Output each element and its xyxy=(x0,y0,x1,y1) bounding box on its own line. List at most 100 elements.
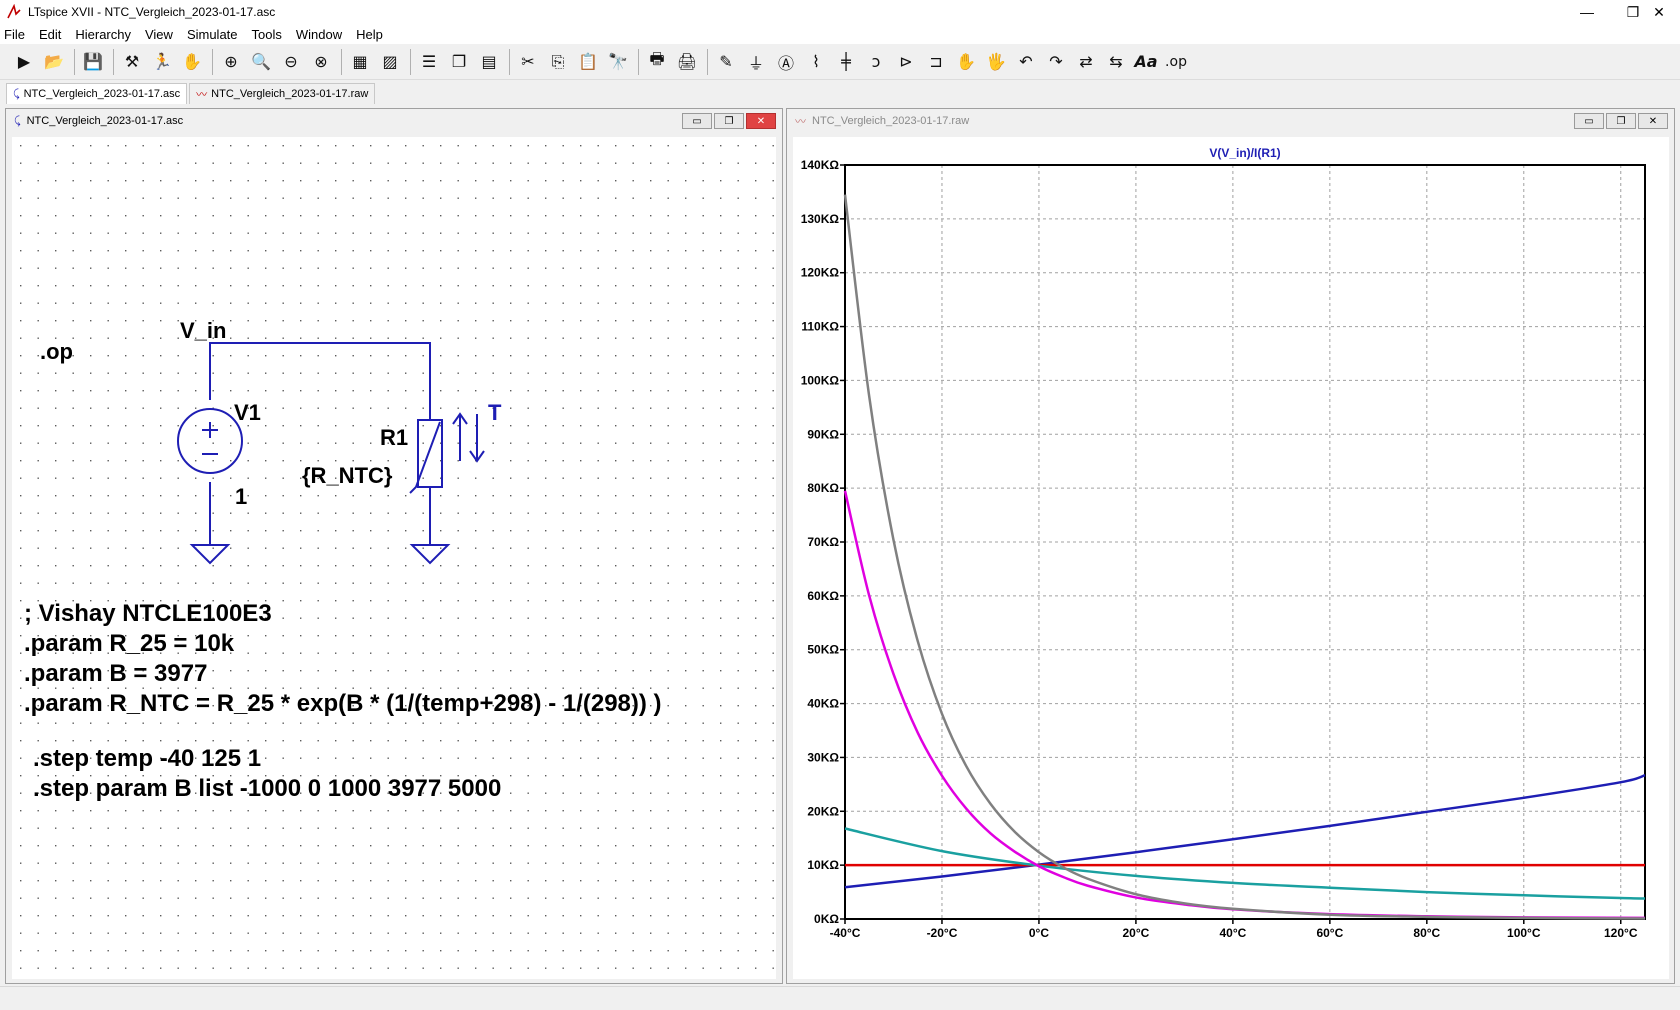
autorange-icon[interactable]: ▦ xyxy=(346,48,374,76)
label-net-icon[interactable]: Ⓐ xyxy=(772,48,800,76)
net-label-v-in[interactable]: V_in xyxy=(180,318,226,343)
save-icon[interactable]: 💾 xyxy=(79,48,107,76)
diode-icon[interactable]: ⊳ xyxy=(892,48,920,76)
schematic-restore-button[interactable]: ❐ xyxy=(714,113,744,129)
open-icon[interactable]: 📂 xyxy=(40,48,68,76)
schematic-minimize-button[interactable]: ▭ xyxy=(682,113,712,129)
op-directive[interactable]: .op xyxy=(40,339,73,364)
y-tick-label: 140KΩ xyxy=(801,158,840,172)
tile-horizontal-icon[interactable]: ☰ xyxy=(415,48,443,76)
waveform-close-button[interactable]: ✕ xyxy=(1638,113,1668,129)
menu-file[interactable]: File xyxy=(4,27,25,42)
title-bar: LTspice XVII - NTC_Vergleich_2023-01-17.… xyxy=(0,0,1680,24)
param-rntc-directive[interactable]: .param R_NTC = R_25 * exp(B * (1/(temp+2… xyxy=(24,690,662,717)
schematic-drawing[interactable]: V_in .op V1 1 R1 {R_NTC} T ; Vishay NTCL… xyxy=(12,137,776,979)
inductor-icon[interactable]: ↄ xyxy=(862,48,890,76)
print-icon[interactable]: 🖶 xyxy=(643,48,671,76)
resistor-icon[interactable]: ⌇ xyxy=(802,48,830,76)
close-button[interactable]: ✕ xyxy=(1636,0,1680,24)
toolbar-separator xyxy=(509,48,510,75)
waveform-restore-button[interactable]: ❐ xyxy=(1606,113,1636,129)
comment-line[interactable]: ; Vishay NTCLE100E3 xyxy=(24,600,272,627)
y-tick-label: 10KΩ xyxy=(807,858,839,872)
toolbar-separator xyxy=(74,48,75,75)
menu-hierarchy[interactable]: Hierarchy xyxy=(75,27,131,42)
v1-value-label[interactable]: 1 xyxy=(235,484,247,509)
tab-waveform[interactable]: 〰 NTC_Vergleich_2023-01-17.raw xyxy=(189,83,376,104)
control-panel-icon[interactable]: ⚒ xyxy=(118,48,146,76)
halt-icon[interactable]: ✋ xyxy=(178,48,206,76)
cascade-icon[interactable]: ❐ xyxy=(445,48,473,76)
drag-hand-icon[interactable]: 🖐 xyxy=(982,48,1010,76)
paste-icon[interactable]: 📋 xyxy=(574,48,602,76)
step-temp-directive[interactable]: .step temp -40 125 1 xyxy=(33,745,261,772)
grid-icon[interactable]: ▨ xyxy=(376,48,404,76)
trace-series-5[interactable] xyxy=(843,194,1646,920)
toolbar-separator xyxy=(638,48,639,75)
menu-window[interactable]: Window xyxy=(296,27,342,42)
text-icon[interactable]: Aa xyxy=(1132,48,1160,76)
schematic-canvas[interactable]: V_in .op V1 1 R1 {R_NTC} T ; Vishay NTCL… xyxy=(12,137,776,979)
component-icon[interactable]: ⊐ xyxy=(922,48,950,76)
menu-tools[interactable]: Tools xyxy=(252,27,282,42)
mirror-icon[interactable]: ⇆ xyxy=(1102,48,1130,76)
param-r25-directive[interactable]: .param R_25 = 10k xyxy=(24,630,235,657)
move-hand-icon[interactable]: ✋ xyxy=(952,48,980,76)
run-icon[interactable]: 🏃 xyxy=(148,48,176,76)
zoom-fit-icon[interactable]: ⊗ xyxy=(307,48,335,76)
v1-name-label[interactable]: V1 xyxy=(234,400,261,425)
zoom-in-icon[interactable]: ⊕ xyxy=(217,48,245,76)
schematic-window: ⤹ NTC_Vergleich_2023-01-17.asc ▭ ❐ ✕ V_i… xyxy=(5,108,783,984)
pan-icon[interactable]: 🔍 xyxy=(247,48,275,76)
rotate-icon[interactable]: ⇄ xyxy=(1072,48,1100,76)
trace-title[interactable]: V(V_in)/I(R1) xyxy=(1209,146,1280,160)
y-tick-label: 70KΩ xyxy=(807,535,839,549)
waveform-window: 〰 NTC_Vergleich_2023-01-17.raw ▭ ❐ ✕ -40… xyxy=(786,108,1675,984)
step-param-directive[interactable]: .step param B list -1000 0 1000 3977 500… xyxy=(33,775,501,802)
copy-icon[interactable]: ⎘ xyxy=(544,48,572,76)
waveform-window-title: NTC_Vergleich_2023-01-17.raw xyxy=(812,115,970,127)
schematic-close-button[interactable]: ✕ xyxy=(746,113,776,129)
r1-value-label[interactable]: {R_NTC} xyxy=(302,463,393,488)
schematic-icon: ⤹ xyxy=(13,87,20,100)
status-bar xyxy=(0,986,1680,1010)
zoom-out-icon[interactable]: ⊖ xyxy=(277,48,305,76)
param-b-directive[interactable]: .param B = 3977 xyxy=(24,660,207,687)
print-preview-icon[interactable]: 🖨 xyxy=(673,48,701,76)
x-tick-label: 120°C xyxy=(1604,926,1638,940)
y-tick-label: 110KΩ xyxy=(801,320,839,334)
y-tick-label: 100KΩ xyxy=(801,373,840,387)
menu-simulate[interactable]: Simulate xyxy=(187,27,238,42)
undo-icon[interactable]: ↶ xyxy=(1012,48,1040,76)
menu-bar: File Edit Hierarchy View Simulate Tools … xyxy=(0,24,1680,44)
x-tick-label: -40°C xyxy=(830,926,861,940)
capacitor-icon[interactable]: ╪ xyxy=(832,48,860,76)
plot-pane[interactable]: -40°C -20°C 0°C 20°C 40°C 60°C 80°C 100°C 120°C 0… xyxy=(793,137,1669,979)
trace-series-3[interactable] xyxy=(844,827,1646,900)
schematic-window-titlebar: ⤹ NTC_Vergleich_2023-01-17.asc xyxy=(6,109,782,133)
x-tick-label: 20°C xyxy=(1123,926,1150,940)
menu-view[interactable]: View xyxy=(145,27,173,42)
document-tab-bar: ⤹ NTC_Vergleich_2023-01-17.asc 〰 NTC_Ver… xyxy=(0,82,1680,104)
r1-temperature-param: T xyxy=(488,400,502,425)
ground-icon[interactable]: ⏚ xyxy=(742,48,770,76)
spice-directive-icon[interactable]: .op xyxy=(1162,48,1190,76)
r1-name-label[interactable]: R1 xyxy=(380,425,408,450)
waveform-minimize-button[interactable]: ▭ xyxy=(1574,113,1604,129)
schematic-window-title: NTC_Vergleich_2023-01-17.asc xyxy=(26,115,184,127)
minimize-button[interactable]: — xyxy=(1564,0,1610,24)
trace-series-1[interactable] xyxy=(844,773,1646,889)
x-tick-label: 100°C xyxy=(1507,926,1541,940)
trace-series-4[interactable] xyxy=(843,490,1646,920)
x-tick-label: 80°C xyxy=(1413,926,1440,940)
menu-edit[interactable]: Edit xyxy=(39,27,61,42)
tile-vertical-icon[interactable]: ▤ xyxy=(475,48,503,76)
waveform-plot[interactable]: -40°C -20°C 0°C 20°C 40°C 60°C 80°C 100°C 120°C 0… xyxy=(793,137,1669,979)
redo-icon[interactable]: ↷ xyxy=(1042,48,1070,76)
new-schematic-icon[interactable]: ▶ xyxy=(10,48,38,76)
find-icon[interactable]: 🔭 xyxy=(604,48,632,76)
wire-pencil-icon[interactable]: ✎ xyxy=(712,48,740,76)
tab-schematic[interactable]: ⤹ NTC_Vergleich_2023-01-17.asc xyxy=(6,83,188,104)
menu-help[interactable]: Help xyxy=(356,27,383,42)
cut-icon[interactable]: ✂ xyxy=(514,48,542,76)
